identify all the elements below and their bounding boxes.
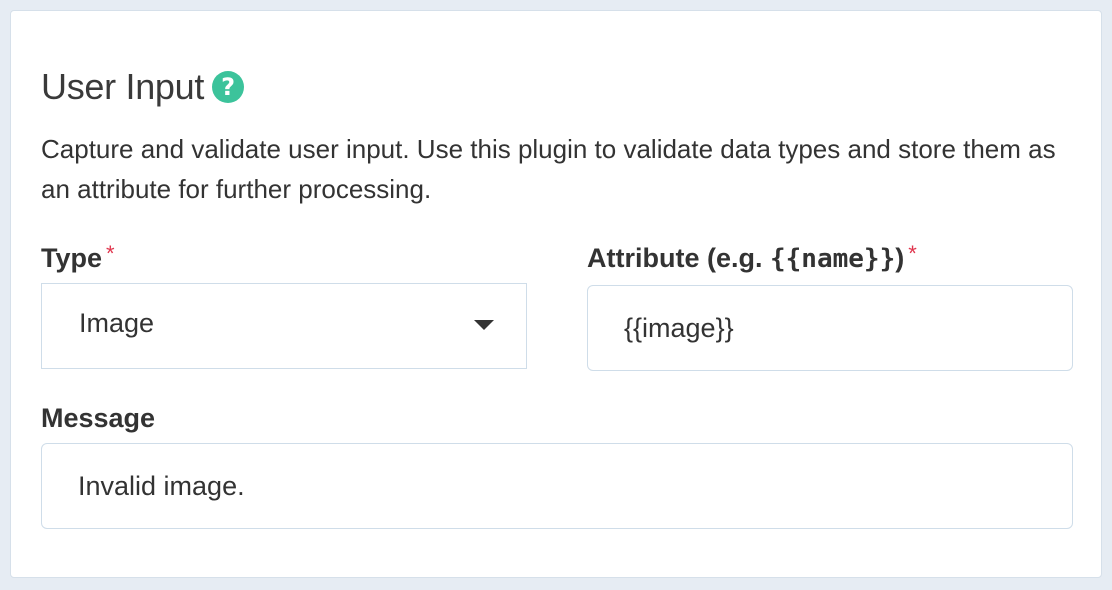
attribute-label-code: {{name}} bbox=[770, 244, 896, 274]
user-input-plugin-card: User Input ? Capture and validate user i… bbox=[10, 10, 1102, 578]
type-label-text: Type bbox=[41, 243, 103, 273]
title-row: User Input ? bbox=[41, 66, 245, 107]
attribute-label: Attribute (e.g. {{name}}) * bbox=[587, 241, 917, 274]
type-select[interactable]: Image bbox=[41, 283, 527, 369]
plugin-description: Capture and validate user input. Use thi… bbox=[41, 134, 1056, 204]
question-circle-icon[interactable]: ? bbox=[212, 71, 245, 103]
message-input[interactable]: Invalid image. bbox=[41, 443, 1073, 529]
attribute-input[interactable]: {{image}} bbox=[587, 285, 1073, 371]
required-asterisk: * bbox=[106, 241, 115, 266]
message-input-value: Invalid image. bbox=[78, 470, 245, 501]
attribute-label-prefix: Attribute (e.g. bbox=[587, 243, 770, 273]
type-select-value: Image bbox=[79, 308, 155, 338]
type-label: Type * bbox=[41, 241, 115, 274]
plugin-title: User Input bbox=[41, 66, 205, 107]
message-label: Message bbox=[41, 403, 155, 434]
caret-down-icon bbox=[474, 320, 494, 330]
required-asterisk: * bbox=[908, 241, 917, 266]
attribute-input-value: {{image}} bbox=[624, 312, 734, 343]
attribute-label-suffix: ) bbox=[895, 243, 905, 273]
message-label-text: Message bbox=[41, 403, 156, 433]
